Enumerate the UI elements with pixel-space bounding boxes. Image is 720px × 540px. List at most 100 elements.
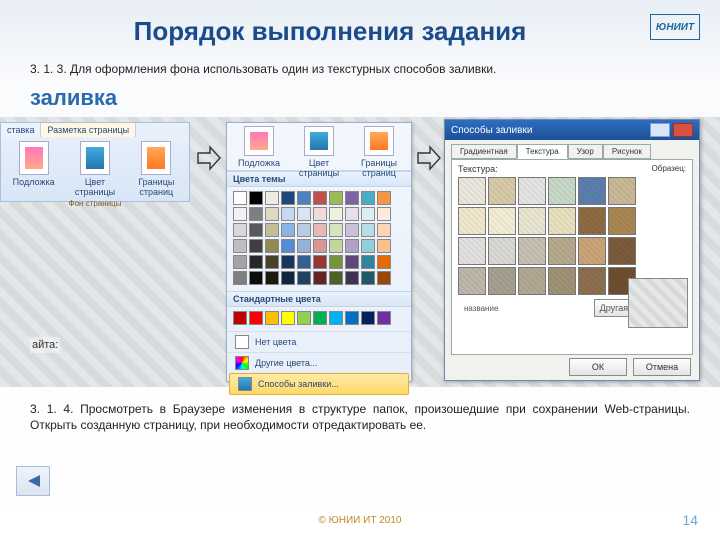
color-swatch[interactable] (361, 223, 375, 237)
color-swatch[interactable] (297, 239, 311, 253)
tab-pattern[interactable]: Узор (568, 144, 603, 159)
color-swatch[interactable] (265, 271, 279, 285)
help-icon[interactable] (650, 123, 670, 137)
texture-swatch[interactable] (548, 237, 576, 265)
texture-swatch[interactable] (518, 207, 546, 235)
color-swatch[interactable] (281, 223, 295, 237)
tab-texture[interactable]: Текстура (517, 144, 568, 159)
color-swatch[interactable] (361, 311, 375, 325)
color-swatch[interactable] (345, 271, 359, 285)
color-swatch[interactable] (265, 207, 279, 221)
color-swatch[interactable] (313, 223, 327, 237)
menu-no-color[interactable]: Нет цвета (227, 331, 411, 352)
btn-page-color-2[interactable]: Цвет страницы (295, 126, 343, 170)
btn-page-color[interactable]: Цвет страницы (71, 141, 119, 197)
texture-swatch[interactable] (458, 207, 486, 235)
texture-swatch[interactable] (608, 207, 636, 235)
texture-swatch[interactable] (578, 207, 606, 235)
texture-swatch[interactable] (458, 267, 486, 295)
color-swatch[interactable] (313, 271, 327, 285)
color-swatch[interactable] (345, 223, 359, 237)
color-swatch[interactable] (345, 255, 359, 269)
color-swatch[interactable] (345, 311, 359, 325)
color-swatch[interactable] (233, 311, 247, 325)
color-swatch[interactable] (233, 239, 247, 253)
btn-watermark[interactable]: Подложка (10, 141, 58, 197)
btn-watermark-2[interactable]: Подложка (235, 126, 283, 170)
color-swatch[interactable] (313, 191, 327, 205)
color-swatch[interactable] (249, 255, 263, 269)
color-swatch[interactable] (345, 239, 359, 253)
tab-picture[interactable]: Рисунок (603, 144, 651, 159)
color-swatch[interactable] (281, 271, 295, 285)
color-swatch[interactable] (233, 223, 247, 237)
texture-swatch[interactable] (488, 267, 516, 295)
btn-borders[interactable]: Границы страниц (132, 141, 180, 197)
texture-swatch[interactable] (608, 237, 636, 265)
color-swatch[interactable] (297, 271, 311, 285)
color-swatch[interactable] (281, 191, 295, 205)
texture-swatch[interactable] (518, 267, 546, 295)
color-swatch[interactable] (361, 239, 375, 253)
texture-swatch[interactable] (578, 267, 606, 295)
color-swatch[interactable] (281, 311, 295, 325)
texture-swatch[interactable] (578, 177, 606, 205)
texture-swatch[interactable] (488, 207, 516, 235)
color-swatch[interactable] (377, 223, 391, 237)
color-swatch[interactable] (249, 239, 263, 253)
color-swatch[interactable] (361, 191, 375, 205)
color-swatch[interactable] (329, 207, 343, 221)
color-swatch[interactable] (281, 207, 295, 221)
color-swatch[interactable] (377, 207, 391, 221)
color-swatch[interactable] (313, 239, 327, 253)
tab-gradient[interactable]: Градиентная (451, 144, 517, 159)
texture-swatch[interactable] (578, 237, 606, 265)
color-swatch[interactable] (329, 255, 343, 269)
color-swatch[interactable] (377, 311, 391, 325)
texture-swatch[interactable] (458, 177, 486, 205)
texture-swatch[interactable] (488, 237, 516, 265)
texture-swatch[interactable] (548, 177, 576, 205)
color-swatch[interactable] (281, 255, 295, 269)
color-swatch[interactable] (313, 255, 327, 269)
color-swatch[interactable] (281, 239, 295, 253)
color-swatch[interactable] (361, 207, 375, 221)
close-icon[interactable] (673, 123, 693, 137)
texture-swatch[interactable] (548, 207, 576, 235)
color-swatch[interactable] (265, 191, 279, 205)
color-swatch[interactable] (329, 191, 343, 205)
color-swatch[interactable] (249, 223, 263, 237)
nav-back-button[interactable] (16, 466, 50, 496)
texture-swatch[interactable] (518, 177, 546, 205)
color-swatch[interactable] (249, 207, 263, 221)
color-swatch[interactable] (249, 311, 263, 325)
btn-borders-2[interactable]: Границы страниц (355, 126, 403, 170)
color-swatch[interactable] (361, 271, 375, 285)
color-swatch[interactable] (377, 239, 391, 253)
color-swatch[interactable] (265, 239, 279, 253)
color-swatch[interactable] (233, 207, 247, 221)
color-swatch[interactable] (297, 207, 311, 221)
color-swatch[interactable] (345, 191, 359, 205)
color-swatch[interactable] (265, 311, 279, 325)
color-swatch[interactable] (329, 239, 343, 253)
color-swatch[interactable] (265, 223, 279, 237)
color-swatch[interactable] (329, 271, 343, 285)
color-swatch[interactable] (313, 207, 327, 221)
color-swatch[interactable] (345, 207, 359, 221)
texture-swatch[interactable] (608, 177, 636, 205)
texture-swatch[interactable] (458, 237, 486, 265)
color-swatch[interactable] (233, 271, 247, 285)
menu-more-colors[interactable]: Другие цвета... (227, 352, 411, 373)
cancel-button[interactable]: Отмена (633, 358, 691, 376)
color-swatch[interactable] (297, 223, 311, 237)
color-swatch[interactable] (249, 271, 263, 285)
ok-button[interactable]: ОК (569, 358, 627, 376)
texture-swatch[interactable] (548, 267, 576, 295)
color-swatch[interactable] (233, 255, 247, 269)
menu-fill-effects[interactable]: Способы заливки... (229, 373, 409, 395)
tab-insert[interactable]: ставка (1, 123, 41, 137)
color-swatch[interactable] (329, 223, 343, 237)
color-swatch[interactable] (297, 311, 311, 325)
color-swatch[interactable] (233, 191, 247, 205)
